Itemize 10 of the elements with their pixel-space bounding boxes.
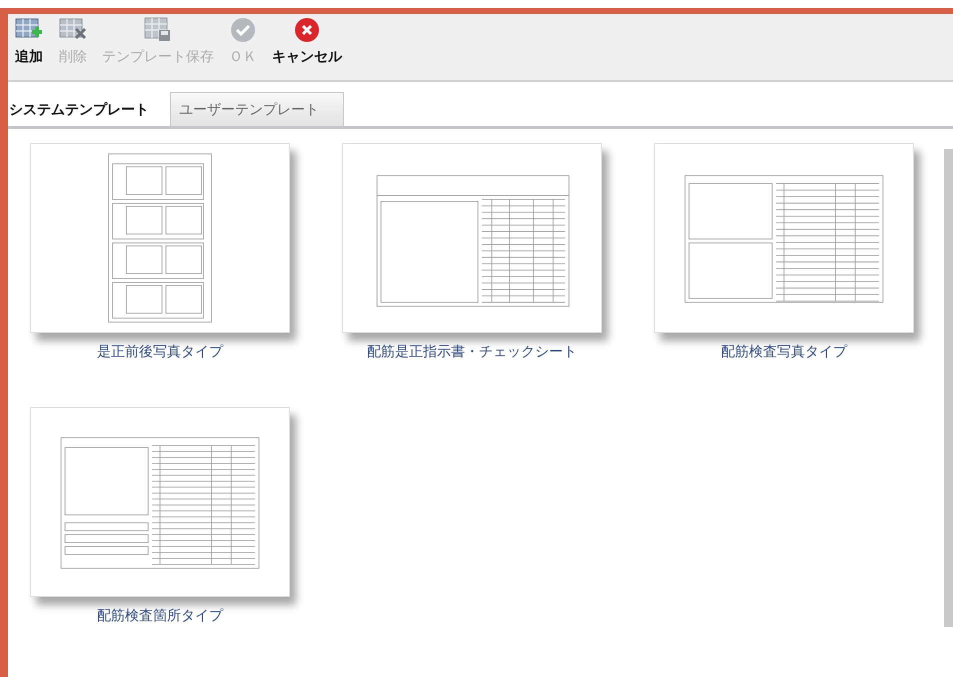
template-name[interactable]: 配筋検査写真タイプ [721, 343, 847, 361]
template-name[interactable]: 是正前後写真タイプ [97, 343, 223, 361]
toolbar-button[interactable]: キャンセル [268, 16, 346, 66]
scrollbar[interactable] [944, 149, 953, 627]
template-name[interactable]: 配筋是正指示書・チェックシート [367, 343, 577, 361]
cross-circle-icon [292, 16, 322, 44]
check-circle-icon [228, 16, 258, 44]
tab[interactable]: ユーザーテンプレート [170, 92, 344, 126]
template-name[interactable]: 配筋検査箇所タイプ [97, 607, 223, 625]
toolbar-button[interactable]: 追加 [10, 16, 48, 66]
